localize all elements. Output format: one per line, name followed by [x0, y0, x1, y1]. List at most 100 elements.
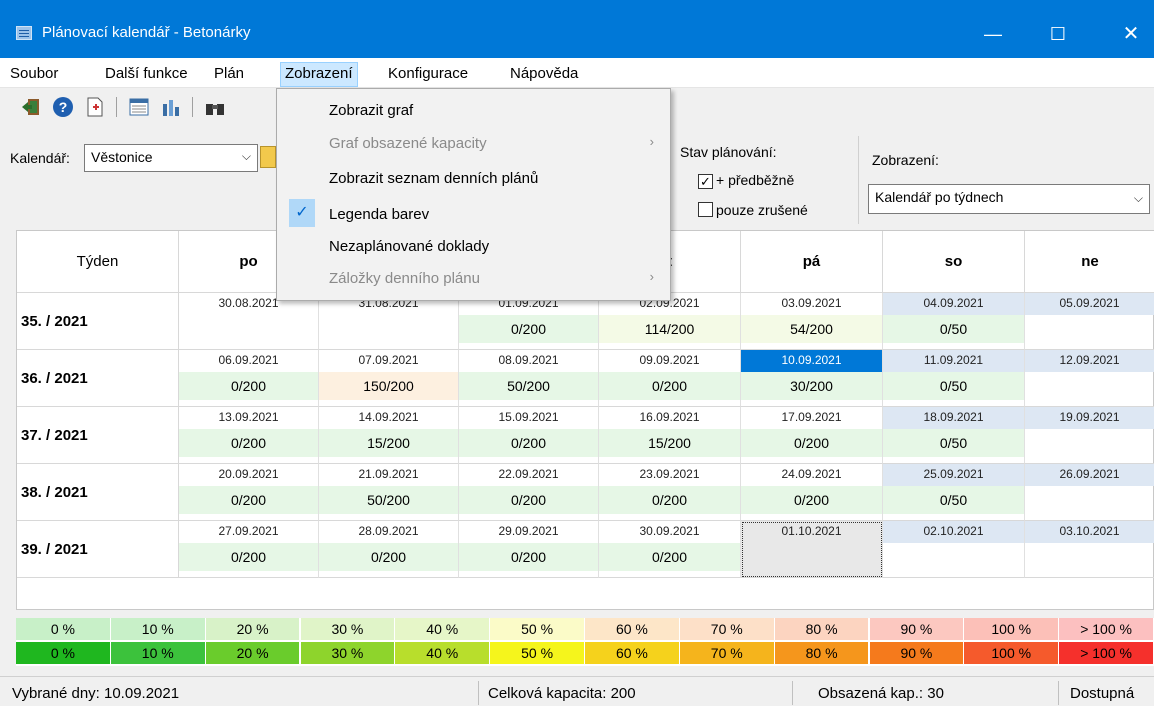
chevron-down-icon: ⌵ — [1133, 191, 1143, 205]
day-cell[interactable]: 27.09.2021 0/200 — [179, 521, 319, 578]
help-icon[interactable]: ? — [52, 96, 74, 118]
day-cell[interactable]: 26.09.2021 — [1025, 464, 1154, 521]
day-cell[interactable]: 17.09.2021 0/200 — [741, 407, 883, 464]
day-cell[interactable]: 14.09.2021 15/200 — [319, 407, 459, 464]
maximize-button[interactable]: ☐ — [1035, 18, 1081, 50]
menu-item-legenda-barev[interactable]: ✓ Legenda barev — [279, 197, 668, 229]
day-cell[interactable]: 23.09.2021 0/200 — [599, 464, 741, 521]
day-cell[interactable]: 24.09.2021 0/200 — [741, 464, 883, 521]
day-cell[interactable]: 03.09.2021 54/200 — [741, 293, 883, 350]
exit-icon[interactable] — [20, 96, 42, 118]
day-cell[interactable]: 04.09.2021 0/50 — [883, 293, 1025, 350]
day-capacity — [741, 543, 882, 571]
week-label[interactable]: 37. / 2021 — [17, 407, 179, 464]
menu-item-label: Zobrazit graf — [329, 102, 414, 119]
header-week[interactable]: Týden — [17, 231, 179, 293]
day-cell[interactable]: 30.09.2021 0/200 — [599, 521, 741, 578]
day-capacity — [1025, 486, 1154, 514]
menu-zobrazeni[interactable]: Zobrazení — [280, 62, 358, 87]
day-cell[interactable]: 02.09.2021 114/200 — [599, 293, 741, 350]
day-cell[interactable]: 25.09.2021 0/50 — [883, 464, 1025, 521]
day-date: 16.09.2021 — [639, 410, 700, 424]
day-capacity: 0/50 — [883, 486, 1024, 514]
preliminary-checkbox[interactable]: ✓ — [698, 174, 713, 189]
menu-plan[interactable]: Plán — [210, 64, 248, 86]
calendar-select[interactable]: Věstonice ⌵ — [84, 144, 258, 172]
binoculars-icon[interactable] — [204, 96, 226, 118]
menu-konfigurace[interactable]: Konfigurace — [384, 64, 472, 86]
day-cell[interactable]: 01.10.2021 — [741, 521, 883, 578]
day-cell[interactable]: 28.09.2021 0/200 — [319, 521, 459, 578]
menu-soubor[interactable]: Soubor — [6, 64, 62, 86]
day-cell[interactable]: 12.09.2021 — [1025, 350, 1154, 407]
panel-separator — [858, 136, 859, 224]
legend-light-swatch: 100 % — [964, 618, 1060, 640]
view-select-value: Kalendář po týdnech — [875, 189, 1004, 205]
calendar-list-icon[interactable] — [128, 96, 150, 118]
day-cell[interactable]: 21.09.2021 50/200 — [319, 464, 459, 521]
header-saturday[interactable]: so — [883, 231, 1025, 293]
new-document-icon[interactable] — [84, 96, 106, 118]
day-capacity: 50/200 — [459, 372, 598, 400]
day-cell[interactable]: 03.10.2021 — [1025, 521, 1154, 578]
day-capacity: 30/200 — [741, 372, 882, 400]
week-label[interactable]: 35. / 2021 — [17, 293, 179, 350]
day-cell[interactable]: 07.09.2021 150/200 — [319, 350, 459, 407]
folder-icon[interactable] — [260, 146, 276, 168]
day-capacity: 0/200 — [599, 543, 740, 571]
day-cell[interactable]: 06.09.2021 0/200 — [179, 350, 319, 407]
day-capacity — [883, 543, 1024, 571]
status-total-capacity: Celková kapacita: 200 — [488, 685, 636, 702]
day-cell[interactable]: 10.09.2021 30/200 — [741, 350, 883, 407]
chevron-right-icon: › — [649, 134, 654, 149]
day-cell[interactable]: 02.10.2021 — [883, 521, 1025, 578]
menu-item-seznam-dennich-planu[interactable]: Zobrazit seznam denních plánů — [279, 163, 668, 195]
day-cell[interactable]: 31.08.2021 — [319, 293, 459, 350]
legend-dark-swatch: 100 % — [964, 642, 1060, 664]
legend-light-swatch: 80 % — [774, 618, 870, 640]
legend-light-swatch: 50 % — [490, 618, 585, 640]
day-cell[interactable]: 16.09.2021 15/200 — [599, 407, 741, 464]
day-date: 04.09.2021 — [883, 293, 1024, 315]
day-cell[interactable]: 13.09.2021 0/200 — [179, 407, 319, 464]
day-cell[interactable]: 08.09.2021 50/200 — [459, 350, 599, 407]
title-bar: Plánovací kalendář - Betonárky — ☐ ✕ — [0, 0, 1154, 58]
week-label[interactable]: 38. / 2021 — [17, 464, 179, 521]
view-select[interactable]: Kalendář po týdnech ⌵ — [868, 184, 1150, 214]
week-label[interactable]: 39. / 2021 — [17, 521, 179, 578]
chart-icon[interactable] — [160, 96, 182, 118]
legend-light-swatch: 60 % — [585, 618, 680, 640]
day-cell[interactable]: 20.09.2021 0/200 — [179, 464, 319, 521]
day-capacity: 150/200 — [319, 372, 458, 400]
legend-light-swatch: 70 % — [679, 618, 775, 640]
day-date: 21.09.2021 — [358, 467, 419, 481]
cancelled-checkbox[interactable] — [698, 202, 713, 217]
menu-item-graf-obsazene-kapacity: Graf obsazené kapacity › — [279, 128, 668, 160]
day-cell[interactable]: 11.09.2021 0/50 — [883, 350, 1025, 407]
legend-dark-swatch: 70 % — [679, 642, 775, 664]
day-cell[interactable]: 09.09.2021 0/200 — [599, 350, 741, 407]
calendar-label: Kalendář: — [10, 150, 70, 166]
menu-item-nezaplanovane-doklady[interactable]: Nezaplánované doklady — [279, 231, 668, 263]
day-cell[interactable]: 29.09.2021 0/200 — [459, 521, 599, 578]
menu-item-zobrazit-graf[interactable]: Zobrazit graf — [279, 95, 668, 127]
header-friday[interactable]: pá — [741, 231, 883, 293]
day-cell[interactable]: 22.09.2021 0/200 — [459, 464, 599, 521]
close-button[interactable]: ✕ — [1108, 18, 1154, 50]
legend-dark-swatch: 10 % — [110, 642, 206, 664]
day-cell[interactable]: 15.09.2021 0/200 — [459, 407, 599, 464]
menu-napoveda[interactable]: Nápověda — [506, 64, 582, 86]
menu-dalsi-funkce[interactable]: Další funkce — [101, 64, 192, 86]
minimize-button[interactable]: — — [970, 18, 1016, 50]
day-cell[interactable]: 19.09.2021 — [1025, 407, 1154, 464]
legend-light-swatch: > 100 % — [1059, 618, 1154, 640]
day-cell[interactable]: 30.08.2021 — [179, 293, 319, 350]
cancelled-label: pouze zrušené — [716, 202, 808, 218]
day-capacity: 0/200 — [459, 486, 598, 514]
day-cell[interactable]: 01.09.2021 0/200 — [459, 293, 599, 350]
day-cell[interactable]: 05.09.2021 — [1025, 293, 1154, 350]
day-capacity: 0/200 — [599, 486, 740, 514]
header-sunday[interactable]: ne — [1025, 231, 1154, 293]
day-cell[interactable]: 18.09.2021 0/50 — [883, 407, 1025, 464]
week-label[interactable]: 36. / 2021 — [17, 350, 179, 407]
